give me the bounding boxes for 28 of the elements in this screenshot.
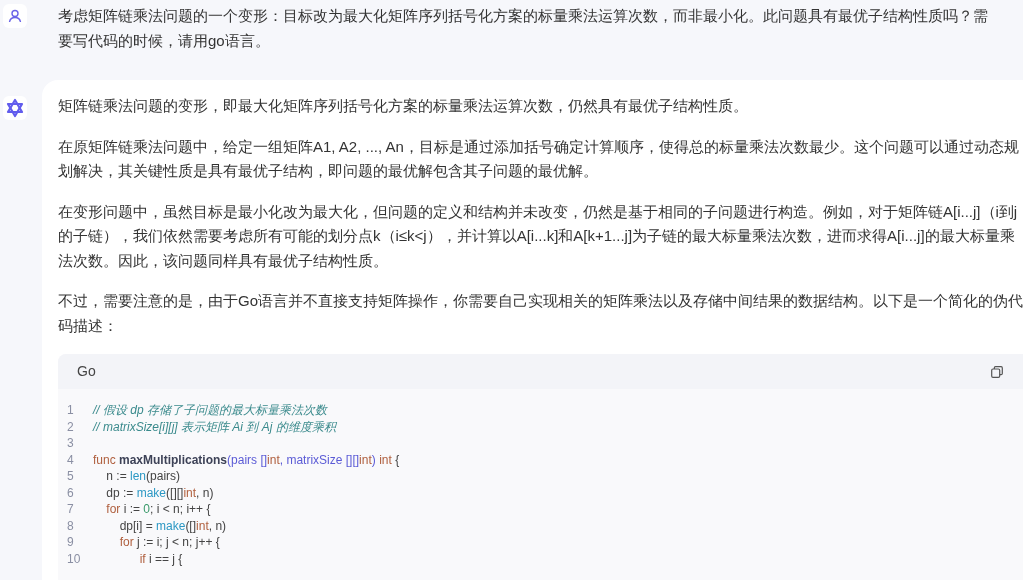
- answer-paragraph: 在原矩阵链乘法问题中，给定一组矩阵A1, A2, ..., An，目标是通过添加括号确定计算顺序，使得总的标量乘法次数最少。这个问题可以通过动态规划解决，其关键性质是具有最优子结构，即问题的最优解包含其子问题的最优解。: [58, 136, 1020, 181]
- line-number: 7: [67, 501, 75, 519]
- line-number: 8: [67, 517, 75, 535]
- line-number: 3: [67, 435, 75, 453]
- copy-button[interactable]: [989, 363, 1005, 380]
- user-message: 考虑矩阵链乘法问题的一个变形：目标改为最大化矩阵序列括号化方案的标量乘法运算次数，而非最小化。此问题具有最优子结构性质吗？需要写代码的时候，请用go语言。: [58, 6, 988, 51]
- line-number: 4: [67, 451, 75, 469]
- code-line: for j := i; j < n; j++ {: [118, 534, 220, 552]
- answer-paragraph: 在变形问题中，虽然目标是最小化改为最大化，但问题的定义和结构并未改变，仍然是基于相同的子问题进行构造。例如，对于矩阵链A[i...j]（i到j的子链），我们依然需要考虑所有可能的划分点k（i≤k<j），并计算以A[i...k]和A[k+1...j]为子链的最大标量乘法次数，进而求得A[i...j]的最大标量乘法次数。因此，该问题同样具有最优子结构性质。: [58, 201, 1019, 271]
- code-line: func maxMultiplications(pairs []int, matrixSize [][]int) int {: [93, 451, 400, 469]
- code-line: dp[i] = make([]int, n): [118, 517, 227, 535]
- line-number: 9: [67, 534, 75, 552]
- line-number: 6: [67, 484, 75, 502]
- copy-icon: [991, 365, 1003, 378]
- code-line: n := len(pairs): [105, 468, 181, 486]
- user-icon: [8, 9, 22, 23]
- code-language: Go: [77, 362, 96, 381]
- line-number: 10: [67, 550, 82, 568]
- answer-paragraph: 不过，需要注意的是，由于Go语言并不直接支持矩阵操作，你需要自己实现相关的矩阵乘法以及存储中间结果的数据结构。以下是一个简化的伪代码描述：: [58, 291, 1023, 336]
- code-line: // 假设 dp 存储了子问题的最大标量乘法次数: [93, 402, 328, 420]
- code-line: // matrixSize[i][j] 表示矩阵 Ai 到 Aj 的维度乘积: [93, 418, 336, 436]
- line-number: 5: [67, 468, 75, 486]
- code-line: dp := make([][]int, n): [105, 484, 214, 502]
- code-line: if i == j {: [138, 550, 183, 568]
- answer-paragraph: 矩阵链乘法问题的变形，即最大化矩阵序列括号化方案的标量乘法运算次数，仍然具有最优子结构性质。: [58, 96, 749, 116]
- line-number: 2: [67, 418, 75, 436]
- line-number: 1: [67, 402, 75, 420]
- code-line: for i := 0; i < n; i++ {: [105, 501, 211, 519]
